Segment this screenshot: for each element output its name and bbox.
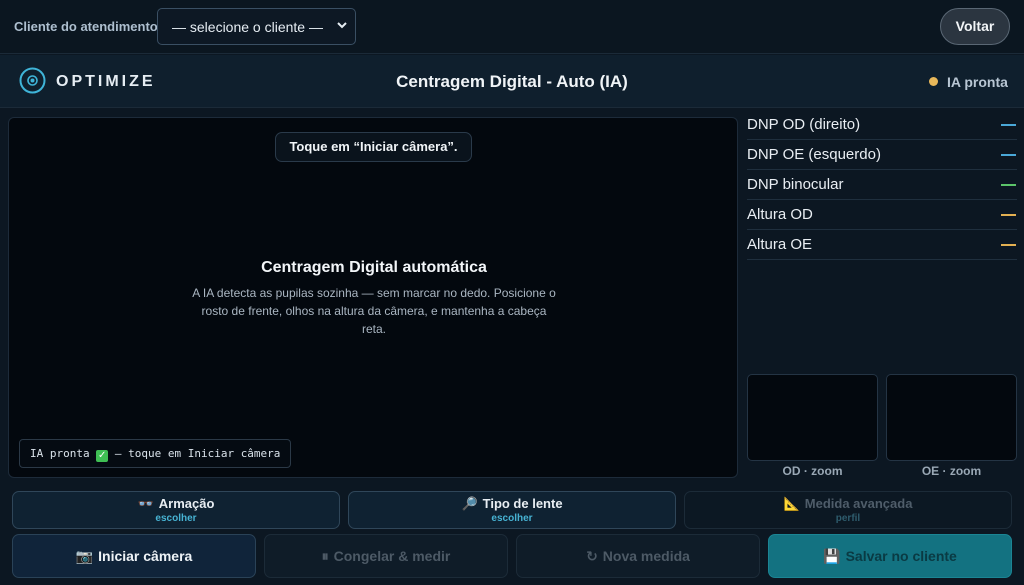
client-select[interactable]: — selecione o cliente — [157, 8, 356, 45]
measure-row-dnp-od: DNP OD (direito) [747, 110, 1017, 140]
lens-type-label: Tipo de lente [482, 496, 563, 511]
measure-row-dnp-binocular: DNP binocular [747, 170, 1017, 200]
frame-sub: escolher [155, 513, 197, 524]
back-button[interactable]: Voltar [940, 8, 1010, 45]
check-icon: ✓ [96, 450, 109, 462]
save-client-label: Salvar no cliente [845, 548, 957, 564]
advanced-measure-sub: perfil [835, 513, 861, 524]
start-camera-label: Iniciar câmera [98, 548, 193, 564]
floppy-disk-icon: 💾 [823, 549, 841, 565]
ai-status-chip-suffix: — toque em Iniciar câmera [114, 447, 281, 460]
legend-line-icon [1001, 244, 1016, 246]
freeze-measure-button[interactable]: ⏸ Congelar & medir [264, 534, 508, 578]
new-measure-label: Nova medida [602, 548, 690, 564]
camera-viewport[interactable]: Toque em “Iniciar câmera”. Centragem Dig… [8, 117, 738, 478]
status-dot-icon [929, 77, 938, 86]
legend-line-icon [1001, 214, 1016, 216]
ai-status-chip-prefix: IA pronta [30, 447, 90, 460]
new-measure-button[interactable]: ↻ Nova medida [516, 534, 760, 578]
ai-status-text: IA pronta [947, 74, 1008, 90]
measure-row-altura-od: Altura OD [747, 200, 1017, 230]
glasses-icon: 👓 [137, 497, 154, 512]
lens-type-button[interactable]: 🔎 Tipo de lente escolher [348, 491, 676, 529]
measure-label: DNP binocular [747, 176, 844, 193]
pause-icon: ⏸ [321, 549, 329, 565]
chevron-down-icon [337, 22, 347, 29]
save-client-button[interactable]: 💾 Salvar no cliente [768, 534, 1012, 578]
legend-line-icon [1001, 154, 1016, 156]
legend-line-icon [1001, 124, 1016, 126]
measures-list: DNP OD (direito) DNP OE (esquerdo) DNP b… [747, 110, 1017, 260]
advanced-measure-label: Medida avançada [804, 496, 913, 511]
advanced-measure-button[interactable]: 📐 Medida avançada perfil [684, 491, 1012, 529]
camera-description: A IA detecta as pupilas sozinha — sem ma… [192, 286, 556, 336]
od-zoom-label: OD · zoom [782, 464, 843, 478]
app-header: OPTIMIZE Centragem Digital - Auto (IA) I… [0, 55, 1024, 108]
measure-label: DNP OE (esquerdo) [747, 146, 881, 163]
legend-line-icon [1001, 184, 1016, 186]
measure-row-dnp-oe: DNP OE (esquerdo) [747, 140, 1017, 170]
measure-label: Altura OD [747, 206, 813, 223]
freeze-measure-label: Congelar & medir [333, 548, 451, 564]
camera-title: Centragem Digital automática [261, 259, 487, 276]
refresh-icon: ↻ [586, 549, 598, 565]
client-select-value: — selecione o cliente — [172, 19, 323, 35]
start-camera-button[interactable]: 📷 Iniciar câmera [12, 534, 256, 578]
client-label: Cliente do atendimento: [14, 19, 163, 34]
frame-button[interactable]: 👓 Armação escolher [12, 491, 340, 529]
measure-label: DNP OD (direito) [747, 116, 861, 133]
oe-zoom-label: OE · zoom [921, 464, 982, 478]
magnifier-icon: 🔎 [461, 497, 478, 512]
lens-type-sub: escolher [491, 513, 533, 524]
page-title: Centragem Digital - Auto (IA) [396, 72, 628, 91]
oe-zoom-view [886, 374, 1017, 461]
ai-status-chip: IA pronta ✓ — toque em Iniciar câmera [19, 439, 292, 468]
top-bar: Cliente do atendimento: — selecione o cl… [0, 0, 1024, 54]
triangle-ruler-icon: 📐 [783, 497, 800, 512]
frame-label: Armação [158, 496, 215, 511]
measure-label: Altura OE [747, 236, 813, 253]
camera-hint: Toque em “Iniciar câmera”. [275, 132, 472, 162]
measure-row-altura-oe: Altura OE [747, 230, 1017, 260]
od-zoom-view [747, 374, 878, 461]
camera-icon: 📷 [75, 549, 94, 565]
